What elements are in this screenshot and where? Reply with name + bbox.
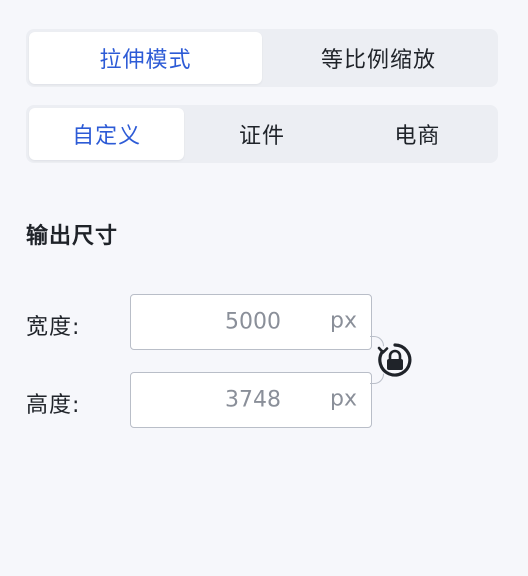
tab-ecommerce[interactable]: 电商 — [340, 108, 495, 160]
tab-stretch-mode[interactable]: 拉伸模式 — [29, 32, 262, 84]
tab-proportional-scale[interactable]: 等比例缩放 — [262, 32, 495, 84]
height-value: 3748 — [225, 387, 281, 413]
output-size-title: 输出尺寸 — [26, 224, 119, 249]
width-label: 宽度: — [26, 315, 81, 340]
resize-panel: 拉伸模式 等比例缩放 自定义 证件 电商 输出尺寸 宽度: 5000 px 高度… — [0, 0, 528, 576]
tab-id-photo[interactable]: 证件 — [184, 108, 339, 160]
height-input[interactable]: 3748 px — [130, 372, 372, 428]
height-label: 高度: — [26, 393, 81, 418]
mode-segmented-control: 拉伸模式 等比例缩放 — [26, 29, 498, 87]
width-value: 5000 — [225, 309, 281, 335]
tab-custom[interactable]: 自定义 — [29, 108, 185, 160]
width-input[interactable]: 5000 px — [130, 294, 372, 350]
height-unit: px — [330, 386, 357, 412]
preset-segmented-control: 自定义 证件 电商 — [26, 105, 498, 163]
lock-aspect-icon[interactable] — [374, 340, 416, 380]
width-unit: px — [330, 308, 357, 334]
